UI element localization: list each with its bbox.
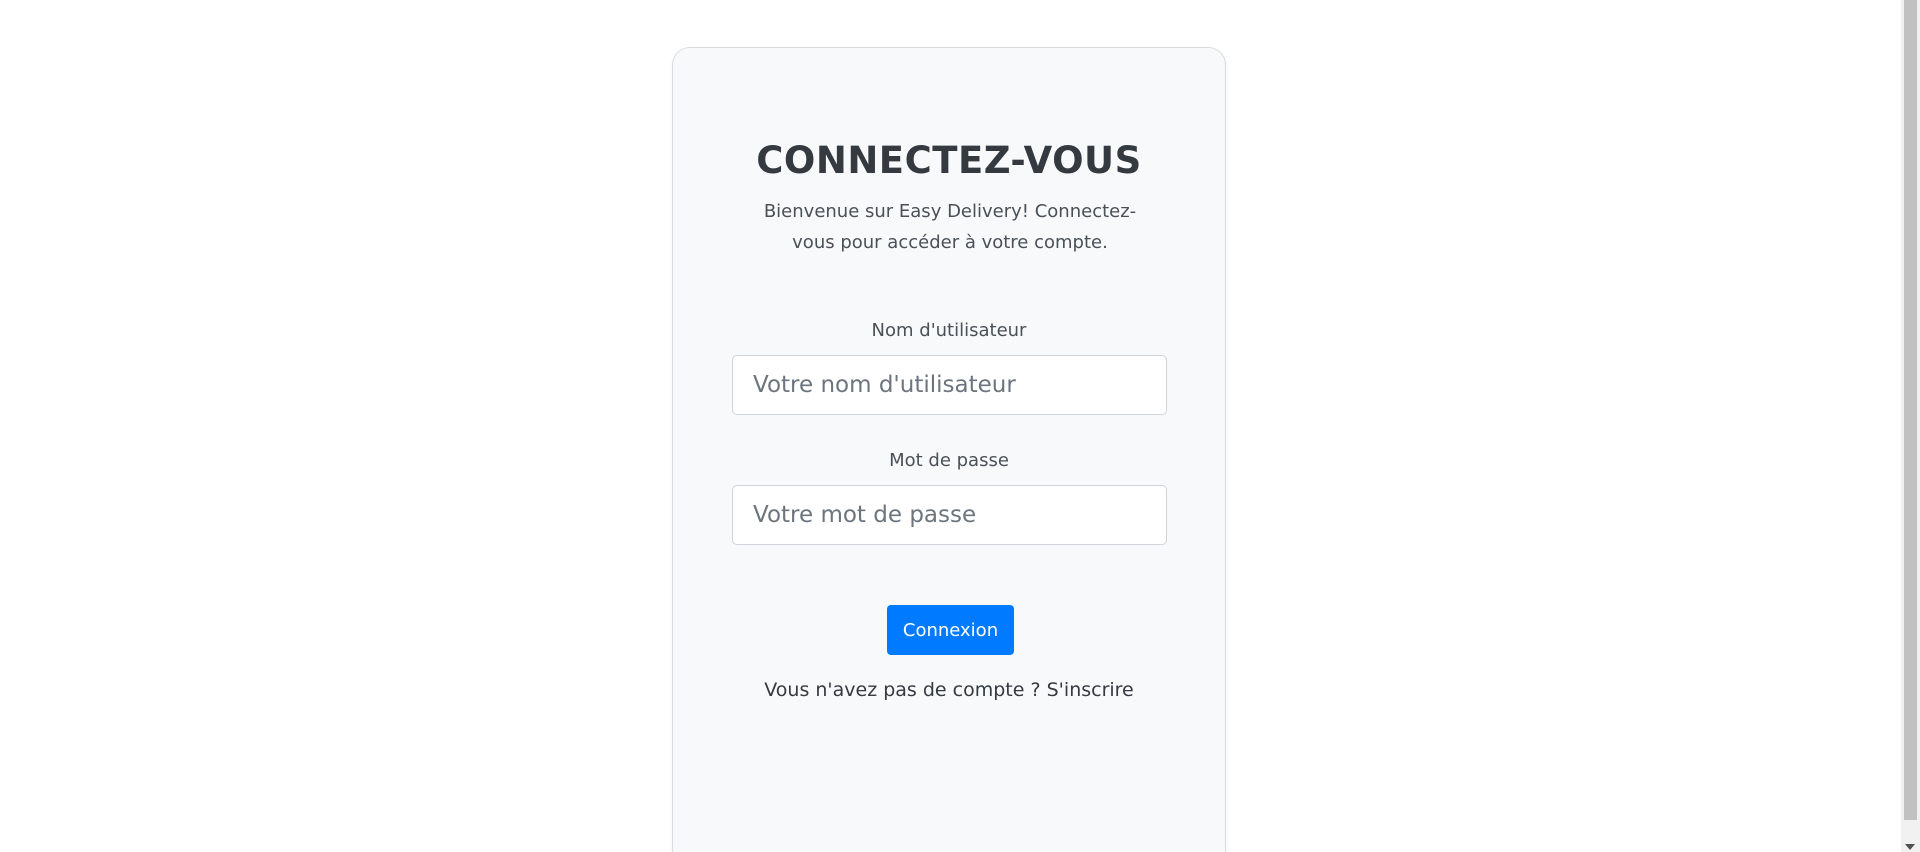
username-input[interactable] (732, 355, 1167, 415)
signup-prompt: Vous n'avez pas de compte ? S'inscrire (673, 679, 1225, 701)
login-button[interactable]: Connexion (887, 605, 1014, 655)
password-input[interactable] (732, 485, 1167, 545)
signup-link[interactable]: S'inscrire (1047, 679, 1134, 701)
welcome-subtitle: Bienvenue sur Easy Delivery! Connectez-v… (763, 201, 1137, 253)
vertical-scrollbar[interactable] (1901, 0, 1920, 852)
login-card: CONNECTEZ-VOUS Bienvenue sur Easy Delive… (672, 47, 1226, 852)
login-page: CONNECTEZ-VOUS Bienvenue sur Easy Delive… (0, 0, 1920, 852)
scrollbar-thumb[interactable] (1904, 0, 1917, 820)
chevron-down-icon[interactable] (1905, 844, 1915, 850)
password-label: Mot de passe (889, 450, 1009, 471)
signup-prompt-text: Vous n'avez pas de compte ? (764, 679, 1041, 701)
page-title: CONNECTEZ-VOUS (756, 139, 1142, 182)
username-label: Nom d'utilisateur (871, 320, 1027, 341)
